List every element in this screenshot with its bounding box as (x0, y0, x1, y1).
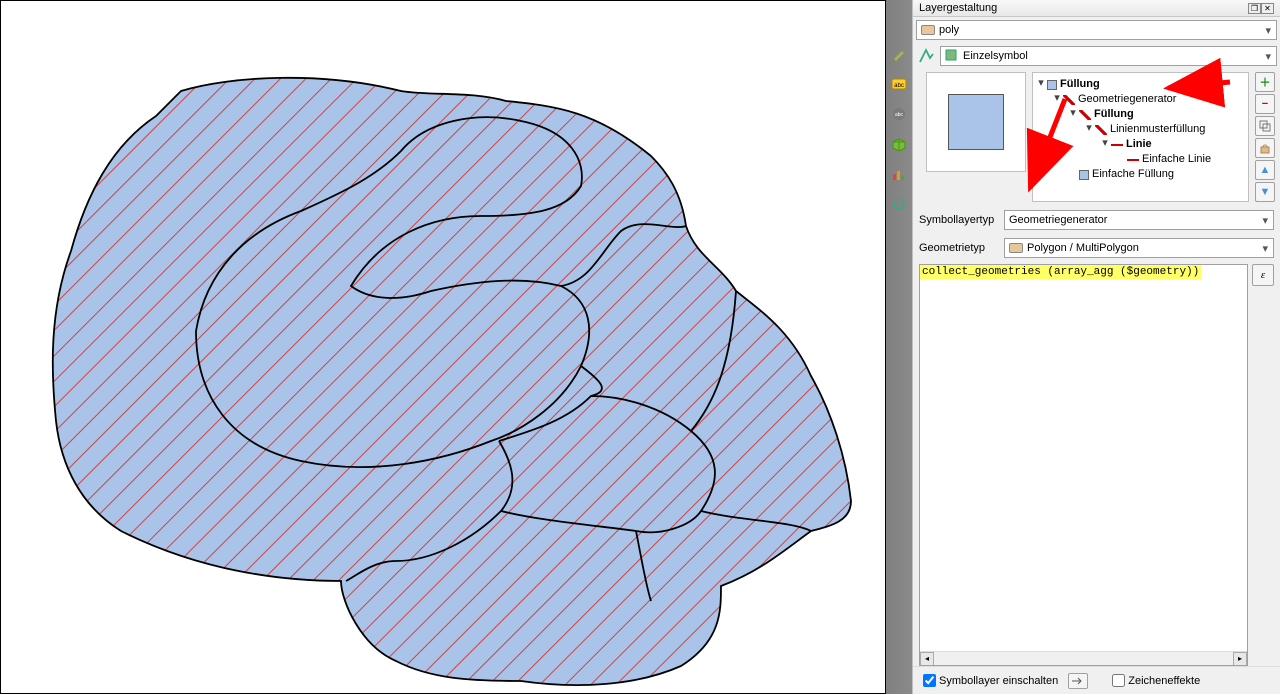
add-symbollayer-button[interactable]: ＋ (1255, 72, 1275, 92)
remove-symbollayer-button[interactable]: − (1255, 94, 1275, 114)
scroll-left-button[interactable]: ◂ (920, 652, 934, 666)
close-button[interactable]: ✕ (1261, 3, 1274, 14)
svg-text:abc: abc (894, 83, 904, 89)
draw-effects-checkbox[interactable]: Zeicheneffekte (1108, 671, 1200, 690)
renderer-name: Einzelsymbol (963, 50, 1028, 62)
renderer-tab-icon[interactable] (916, 46, 936, 66)
layer-styling-panel: Layergestaltung ❐ ✕ poly Einzelsymbol ▾F… (912, 0, 1280, 694)
3dview-icon[interactable] (890, 135, 908, 153)
tree-fill[interactable]: Füllung (1094, 107, 1134, 122)
preview-swatch (948, 94, 1004, 150)
label-abc-icon[interactable]: abc (890, 75, 908, 93)
side-toolbar: abc abc (886, 0, 912, 694)
apply-button[interactable] (1068, 673, 1088, 689)
expression-scrollbar[interactable]: ◂ ▸ (920, 651, 1247, 665)
mask-abc-icon[interactable]: abc (890, 105, 908, 123)
polygon-icon (1009, 243, 1023, 253)
geometrytype-value: Polygon / MultiPolygon (1027, 242, 1139, 254)
tree-root: Füllung (1060, 77, 1100, 92)
tree-line[interactable]: Linie (1126, 137, 1152, 152)
tree-geomgen[interactable]: Geometriegenerator (1078, 92, 1176, 107)
symbollayertype-label: Symbollayertyp (919, 214, 999, 226)
tree-simplefill[interactable]: Einfache Füllung (1092, 167, 1174, 182)
expression-builder-button[interactable]: ε (1252, 264, 1274, 286)
map-svg (1, 1, 887, 695)
tree-action-buttons: ＋ − ▲ ▼ (1255, 72, 1277, 202)
enable-symbollayer-checkbox[interactable]: Symbollayer einschalten (919, 671, 1058, 690)
expression-text: collect_geometries (array_agg ($geometry… (920, 265, 1201, 279)
lock-button[interactable] (1255, 138, 1275, 158)
panel-title-text: Layergestaltung (919, 2, 997, 14)
geometrytype-label: Geometrietyp (919, 242, 999, 254)
tree-simpleline[interactable]: Einfache Linie (1142, 152, 1211, 167)
panel-titlebar: Layergestaltung ❐ ✕ (913, 0, 1280, 17)
polygon-shape (53, 78, 851, 685)
undock-button[interactable]: ❐ (1248, 3, 1261, 14)
panel-footer: Symbollayer einschalten Zeicheneffekte (913, 666, 1280, 694)
scroll-right-button[interactable]: ▸ (1233, 652, 1247, 666)
svg-text:abc: abc (895, 112, 904, 118)
polygon-layer-icon (921, 25, 935, 35)
geometrytype-selector[interactable]: Polygon / MultiPolygon (1004, 238, 1274, 258)
expression-textarea[interactable]: collect_geometries (array_agg ($geometry… (919, 264, 1248, 666)
symbollayertype-value: Geometriegenerator (1009, 214, 1107, 226)
renderer-selector[interactable]: Einzelsymbol (940, 46, 1277, 66)
symbol-preview[interactable] (926, 72, 1026, 172)
map-canvas[interactable] (0, 0, 886, 694)
history-icon[interactable] (890, 195, 908, 213)
layer-name-text: poly (939, 24, 959, 36)
symbol-layer-tree[interactable]: ▾Füllung ▾Geometriegenerator ▾Füllung ▾L… (1032, 72, 1249, 202)
layer-selector[interactable]: poly (916, 20, 1277, 40)
duplicate-button[interactable] (1255, 116, 1275, 136)
diagram-icon[interactable] (890, 165, 908, 183)
symbollayertype-selector[interactable]: Geometriegenerator (1004, 210, 1274, 230)
tree-linepattern[interactable]: Linienmusterfüllung (1110, 122, 1205, 137)
paintbrush-icon[interactable] (890, 45, 908, 63)
movedown-button[interactable]: ▼ (1255, 182, 1275, 202)
moveup-button[interactable]: ▲ (1255, 160, 1275, 180)
